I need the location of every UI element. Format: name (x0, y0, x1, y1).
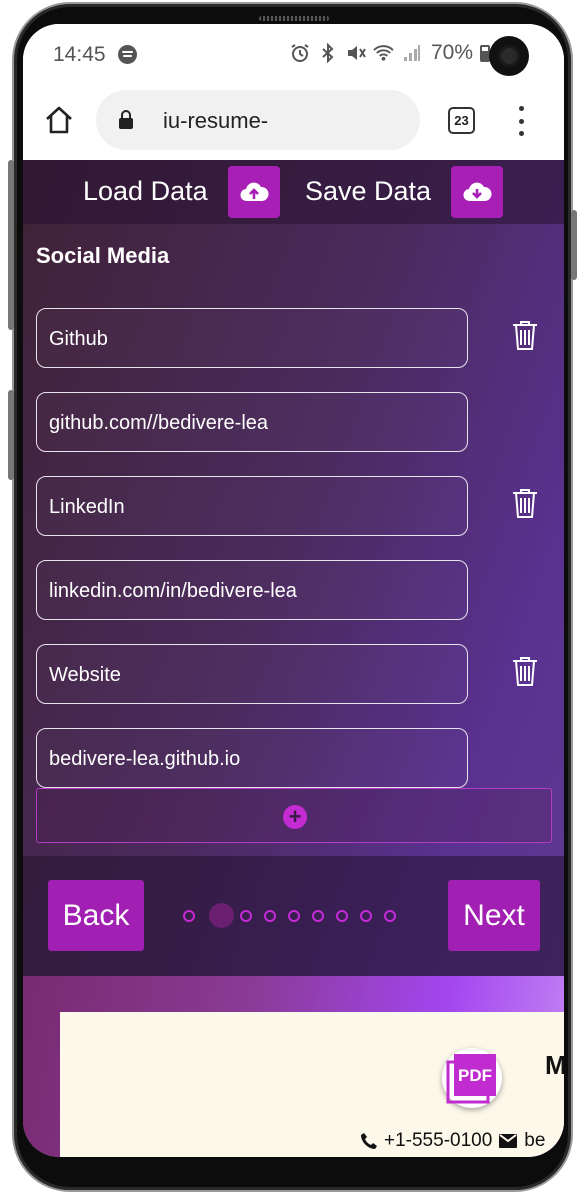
power-button (571, 210, 577, 280)
mute-icon (345, 43, 366, 64)
social-url-value: github.com//bedivere-lea (49, 412, 269, 434)
speaker-grill (259, 16, 329, 21)
lock-icon (118, 110, 134, 130)
battery-percent: 70% (431, 41, 474, 64)
resume-name: M (545, 1050, 564, 1080)
save-data-button[interactable] (451, 166, 503, 218)
status-bar: 14:45 70% (23, 24, 564, 86)
load-data-button[interactable] (228, 166, 280, 218)
social-url-input[interactable]: linkedin.com/in/bedivere-lea (36, 560, 468, 620)
home-icon[interactable] (43, 104, 77, 138)
social-name-input[interactable]: Website (36, 644, 468, 704)
social-url-input[interactable]: bedivere-lea.github.io (36, 728, 468, 788)
alarm-icon (289, 43, 310, 64)
social-url-input[interactable]: github.com//bedivere-lea (36, 392, 468, 452)
cloud-download-icon (463, 182, 492, 202)
step-dot[interactable] (264, 910, 276, 922)
back-button[interactable]: Back (48, 880, 144, 951)
resume-phone: +1-555-0100 (384, 1130, 493, 1151)
email-icon (499, 1134, 518, 1148)
signal-icon (401, 43, 422, 64)
volume-button (8, 160, 14, 330)
social-url-value: linkedin.com/in/bedivere-lea (49, 580, 297, 602)
step-dot[interactable] (312, 910, 324, 922)
resume-email: be (524, 1130, 546, 1151)
data-toolbar: Load Data Save Data (23, 160, 564, 224)
address-bar[interactable]: iu-resume- (96, 90, 420, 150)
next-button[interactable]: Next (448, 880, 540, 951)
social-name-value: Github (49, 328, 108, 350)
save-data-label: Save Data (305, 176, 432, 206)
step-dot[interactable] (384, 910, 396, 922)
url-text: iu-resume- (163, 108, 269, 133)
step-dot[interactable] (336, 910, 348, 922)
phone-icon (361, 1133, 377, 1149)
load-data-label: Load Data (83, 176, 208, 206)
plus-circle-icon: + (283, 805, 307, 829)
step-navigation: Back Next (23, 856, 564, 976)
front-camera (489, 36, 529, 76)
social-url-value: bedivere-lea.github.io (49, 748, 241, 770)
spotify-icon (118, 45, 137, 64)
screen: 14:45 70% iu-resume- 23 Load Data Save D… (23, 24, 564, 1157)
social-name-value: Website (49, 664, 121, 686)
browser-toolbar: iu-resume- 23 (23, 86, 564, 160)
social-name-value: LinkedIn (49, 496, 125, 518)
bixby-button (8, 390, 14, 480)
status-icons: 70% (289, 41, 491, 65)
bluetooth-icon (317, 43, 338, 64)
step-dot[interactable] (288, 910, 300, 922)
pdf-icon: PDF (446, 1054, 496, 1104)
step-dot[interactable] (240, 910, 252, 922)
step-dot-active[interactable] (209, 903, 234, 928)
step-dot[interactable] (360, 910, 372, 922)
pdf-label: PDF (458, 1066, 492, 1085)
trash-icon[interactable] (511, 655, 539, 687)
social-name-input[interactable]: LinkedIn (36, 476, 468, 536)
social-name-input[interactable]: Github (36, 308, 468, 368)
resume-contact-line: +1-555-0100 be (360, 1130, 545, 1152)
section-title: Social Media (36, 243, 170, 268)
pdf-export-button[interactable]: PDF (442, 1048, 502, 1108)
tab-switcher-button[interactable]: 23 (448, 107, 475, 134)
wifi-icon (373, 43, 394, 64)
trash-icon[interactable] (511, 487, 539, 519)
resume-preview: M +1-555-0100 be PDF (23, 976, 564, 1157)
resume-builder-app: Load Data Save Data Social Media Github … (23, 160, 564, 1157)
step-dot[interactable] (183, 910, 195, 922)
cloud-upload-icon (240, 182, 269, 202)
trash-icon[interactable] (511, 319, 539, 351)
status-time: 14:45 (53, 43, 106, 66)
overflow-menu-icon[interactable] (516, 106, 526, 136)
add-social-button[interactable]: + (36, 788, 552, 843)
